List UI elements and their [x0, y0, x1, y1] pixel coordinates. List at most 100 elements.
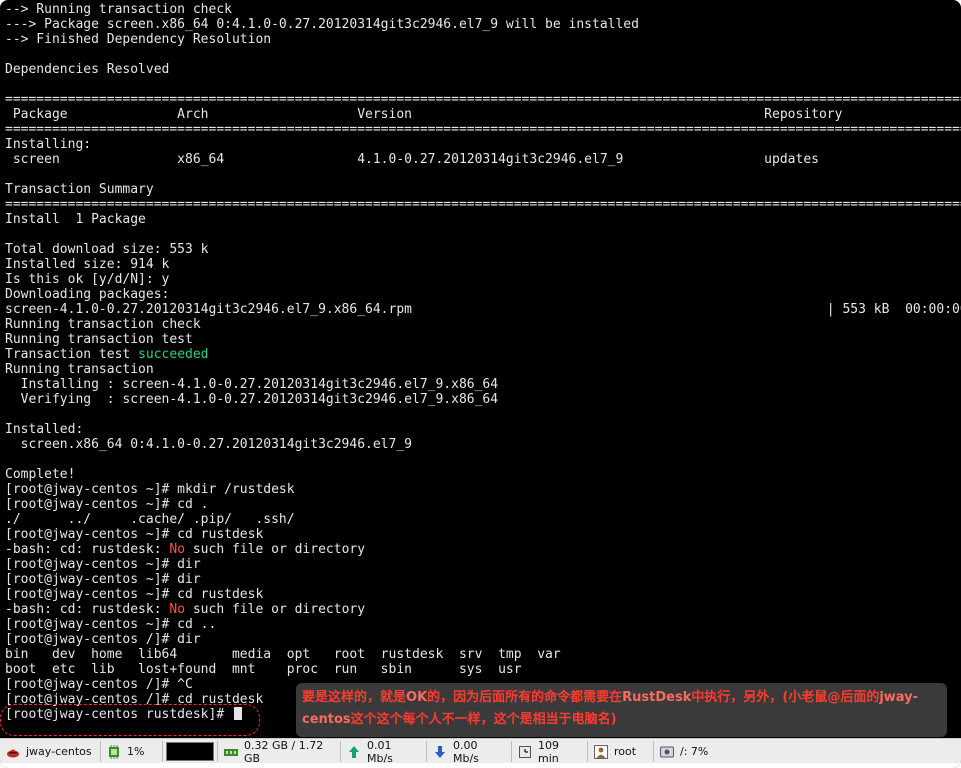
terminal-text: [root@jway-centos ~]# cd ..	[5, 617, 217, 632]
status-bar: jway-centos 1% 0.32 GB / 1.72 GB 0.01 Mb…	[0, 738, 961, 765]
terminal-line: screen-4.1.0-0.27.20120314git3c2946.el7_…	[5, 302, 961, 317]
terminal-line: ========================================…	[5, 92, 961, 107]
memory-value: 0.32 GB / 1.72 GB	[244, 738, 324, 765]
terminal-line: boot etc lib lost+found mnt proc run sbi…	[5, 662, 961, 677]
download-icon	[433, 745, 447, 759]
terminal-line: Installing : screen-4.1.0-0.27.20120314g…	[5, 377, 961, 392]
download-value: 0.00 Mb/s	[453, 738, 479, 765]
uptime-value: 109 min	[538, 738, 559, 765]
user-icon	[594, 744, 608, 759]
terminal-line: screen x86_64 4.1.0-0.27.20120314git3c29…	[5, 152, 961, 167]
terminal-line: Installed size: 914 k	[5, 257, 961, 272]
terminal-text: screen x86_64 4.1.0-0.27.20120314git3c29…	[5, 152, 961, 167]
terminal-text: Verifying : screen-4.1.0-0.27.20120314gi…	[5, 392, 499, 407]
terminal-line: [root@jway-centos ~]# cd rustdesk	[5, 527, 961, 542]
terminal-text: Transaction test	[5, 347, 139, 362]
upload-icon	[347, 745, 361, 759]
terminal-text: [root@jway-centos ~]# dir	[5, 572, 201, 587]
clock-icon	[518, 745, 532, 759]
terminal-output[interactable]: --> Running transaction check ---> Packag…	[5, 2, 961, 738]
cpu-graph	[166, 742, 214, 761]
terminal-text: screen.x86_64 0:4.1.0-0.27.20120314git3c…	[5, 437, 412, 452]
status-cpu[interactable]: 1%	[101, 741, 163, 762]
terminal-line: Verifying : screen-4.1.0-0.27.20120314gi…	[5, 392, 961, 407]
status-user[interactable]: root	[588, 741, 654, 762]
annotation-text: 这个这个每个人不一样，这个是相当于电脑名)	[350, 712, 617, 727]
status-download[interactable]: 0.00 Mb/s	[427, 738, 512, 765]
terminal-text: Dependencies Resolved	[5, 62, 170, 77]
terminal-text: such file or directory	[185, 542, 366, 557]
terminal-text: Downloading packages:	[5, 287, 170, 302]
terminal-line: Running transaction test	[5, 332, 961, 347]
terminal-line: [root@jway-centos ~]# cd .	[5, 497, 961, 512]
terminal-text: Install 1 Package	[5, 212, 146, 227]
status-upload[interactable]: 0.01 Mb/s	[341, 739, 427, 765]
terminal-text: --> Running transaction check	[5, 2, 232, 17]
terminal-line: ========================================…	[5, 197, 961, 212]
terminal-text: No	[169, 542, 186, 557]
terminal-text: Running transaction check	[5, 317, 201, 332]
terminal-line: [root@jway-centos ~]# cd rustdesk	[5, 587, 961, 602]
terminal-text: [root@jway-centos ~]# dir	[5, 557, 201, 572]
status-host[interactable]: jway-centos	[0, 741, 101, 762]
terminal-line: bin dev home lib64 media opt root rustde…	[5, 647, 961, 662]
terminal-text: Running transaction	[5, 362, 154, 377]
terminal-text: Total download size: 553 k	[5, 242, 209, 257]
terminal-text: [root@jway-centos ~]# cd .	[5, 497, 209, 512]
terminal-line: screen.x86_64 0:4.1.0-0.27.20120314git3c…	[5, 437, 961, 452]
terminal-text: Installing : screen-4.1.0-0.27.20120314g…	[5, 377, 499, 392]
terminal-window: --> Running transaction check ---> Packag…	[0, 0, 961, 768]
terminal-text: boot etc lib lost+found mnt proc run sbi…	[5, 662, 522, 677]
terminal-text: ========================================…	[5, 122, 961, 137]
terminal-line: [root@jway-centos ~]# dir	[5, 557, 961, 572]
terminal-line: Running transaction	[5, 362, 961, 377]
status-memory[interactable]: 0.32 GB / 1.72 GB	[218, 738, 341, 765]
terminal-text: ./ ../ .cache/ .pip/ .ssh/	[5, 512, 295, 527]
terminal-text: No	[169, 602, 186, 617]
terminal-text: Running transaction test	[5, 332, 193, 347]
disk-value: /: 7%	[680, 745, 709, 758]
terminal-line: [root@jway-centos ~]# dir	[5, 572, 961, 587]
terminal-line: Transaction Summary	[5, 182, 961, 197]
terminal-line: -bash: cd: rustdesk: No such file or dir…	[5, 542, 961, 557]
terminal-line: ./ ../ .cache/ .pip/ .ssh/	[5, 512, 961, 527]
terminal-text: ========================================…	[5, 197, 961, 212]
terminal-text: Is this ok [y/d/N]: y	[5, 272, 170, 287]
terminal-text: Installed size: 914 k	[5, 257, 170, 272]
annotation-text: 的，因为后面所有的命令都需要在	[427, 690, 623, 705]
terminal-text: Installing:	[5, 137, 92, 152]
terminal-line: [root@jway-centos ~]# mkdir /rustdesk	[5, 482, 961, 497]
terminal-text: [root@jway-centos /]# dir	[5, 632, 201, 647]
terminal-line: Running transaction check	[5, 317, 961, 332]
terminal-line: Is this ok [y/d/N]: y	[5, 272, 961, 287]
terminal-line: Downloading packages:	[5, 287, 961, 302]
terminal-text: Complete!	[5, 467, 76, 482]
terminal-text: ---> Package screen.x86_64 0:4.1.0-0.27.…	[5, 17, 639, 32]
cpu-value: 1%	[127, 745, 145, 758]
terminal-line: [root@jway-centos /]# dir	[5, 632, 961, 647]
terminal-text: --> Finished Dependency Resolution	[5, 32, 272, 47]
status-uptime[interactable]: 109 min	[512, 738, 588, 765]
terminal-text: screen-4.1.0-0.27.20120314git3c2946.el7_…	[5, 302, 961, 317]
annotation-callout: 要是这样的，就是OK的，因为后面所有的命令都需要在RustDesk中执行，另外，…	[296, 683, 947, 737]
terminal-text: [root@jway-centos /]# ^C	[5, 677, 193, 692]
window-bottom-edge	[0, 763, 961, 768]
terminal-text: -bash: cd: rustdesk:	[5, 542, 170, 557]
prompt-highlight-ring	[0, 704, 260, 736]
terminal-line: --> Finished Dependency Resolution	[5, 32, 961, 47]
annotation-text: 要是这样的，就是	[302, 690, 407, 705]
terminal-text: Installed:	[5, 422, 84, 437]
annotation-keyword: RustDesk	[622, 690, 692, 705]
terminal-text: such file or directory	[185, 602, 366, 617]
status-disk[interactable]: /: 7%	[654, 741, 720, 762]
terminal-line: Package Arch Version Repository Size	[5, 107, 961, 122]
disk-icon	[660, 745, 674, 759]
terminal-text: [root@jway-centos ~]# mkdir /rustdesk	[5, 482, 295, 497]
terminal-line: Total download size: 553 k	[5, 242, 961, 257]
